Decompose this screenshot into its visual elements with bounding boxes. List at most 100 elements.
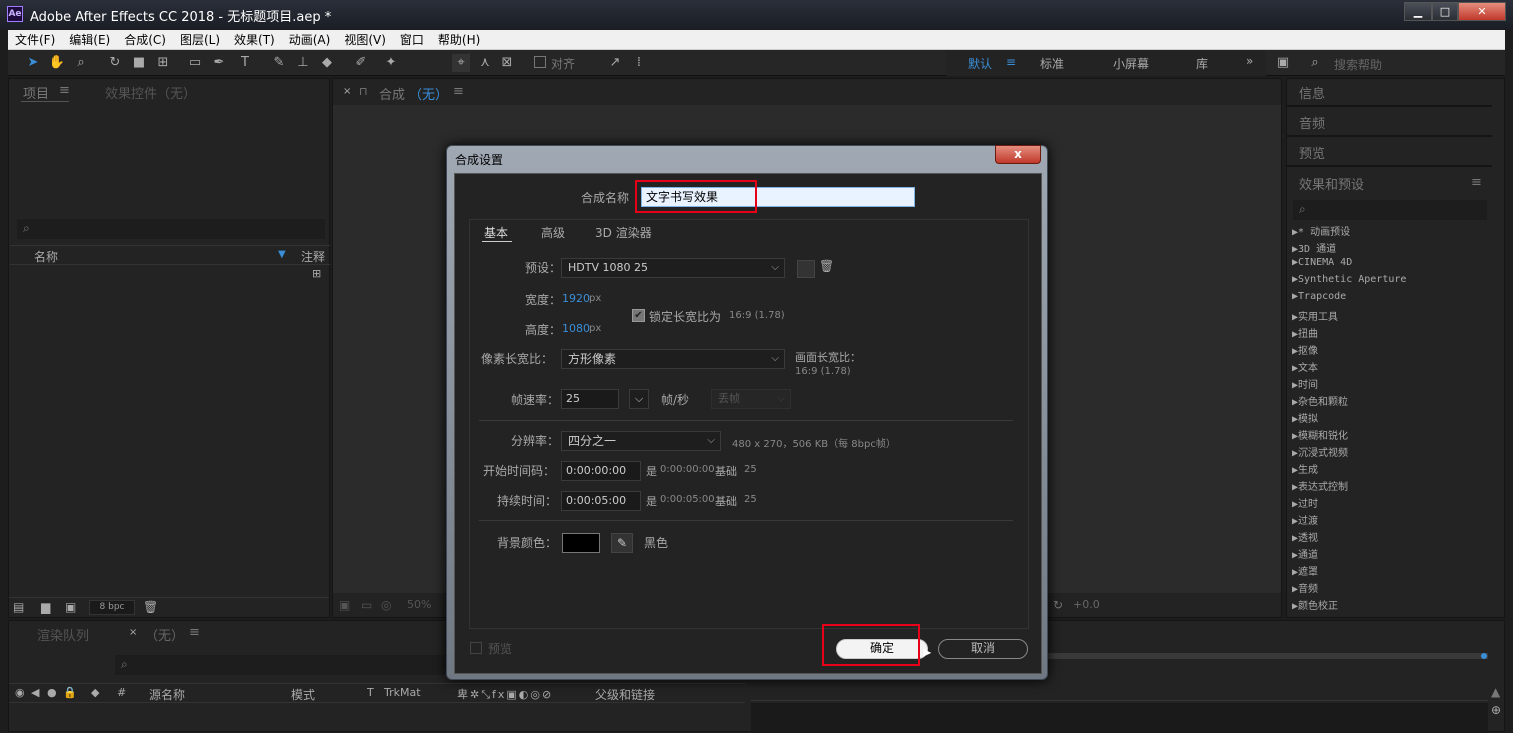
effects-category-item[interactable]: ▶过时 (1292, 495, 1318, 510)
pan-behind-tool-icon[interactable]: ⊞ (154, 54, 172, 72)
monitor-icon[interactable]: ▭ (361, 598, 372, 612)
close-timeline-tab-icon[interactable]: × (129, 627, 137, 638)
pen-tool-icon[interactable]: ✒ (210, 54, 228, 72)
tab-composition[interactable]: 合成 (379, 84, 405, 103)
effects-category-item[interactable]: ▶文本 (1292, 359, 1318, 374)
snapshot-icon[interactable]: ▣ (339, 598, 350, 612)
menu-view[interactable]: 视图(V) (337, 31, 393, 48)
clone-stamp-tool-icon[interactable]: ⊥ (294, 54, 312, 72)
menu-edit[interactable]: 编辑(E) (62, 31, 117, 48)
minimize-button[interactable]: ▁ (1404, 2, 1432, 21)
layer-switches-icon[interactable]: 卑✲⤡fx▣◐◎⊘ (457, 686, 553, 702)
workspace-library[interactable]: 库 (1196, 55, 1208, 72)
tab-advanced[interactable]: 高级 (541, 224, 565, 241)
flowchart-icon[interactable]: ⊞ (312, 267, 321, 280)
effects-category-item[interactable]: ▶Synthetic Aperture (1292, 274, 1406, 285)
close-tab-icon[interactable]: × (343, 86, 351, 97)
pixel-aspect-dropdown[interactable]: 方形像素 ⌵ (561, 349, 785, 369)
eraser-tool-icon[interactable]: ◆ (318, 54, 336, 72)
label-icon[interactable]: ◆ (91, 686, 99, 699)
tab-effects-controls[interactable]: 效果控件（无） (105, 83, 196, 102)
menu-animation[interactable]: 动画(A) (282, 31, 338, 48)
panel-audio[interactable]: 音频 (1299, 113, 1325, 132)
column-trkmat[interactable]: TrkMat (384, 686, 421, 699)
duration-input[interactable]: 0:00:05:00 (561, 491, 641, 511)
puppet-tool-icon[interactable]: ✦ (382, 54, 400, 72)
zoom-tool-icon[interactable]: ⌕ (72, 54, 90, 72)
tab-timeline-none[interactable]: （无） (145, 625, 184, 644)
menu-layer[interactable]: 图层(L) (173, 31, 227, 48)
effects-category-item[interactable]: ▶过渡 (1292, 512, 1318, 527)
column-mode[interactable]: 模式 (291, 686, 315, 703)
exposure-value[interactable]: +0.0 (1073, 598, 1100, 611)
effects-category-item[interactable]: ▶Trapcode (1292, 291, 1346, 302)
panel-menu-icon[interactable]: ≡ (59, 83, 70, 98)
preview-checkbox[interactable] (470, 642, 482, 654)
new-composition-icon[interactable]: ▣ (65, 600, 76, 614)
lock-layer-icon[interactable]: 🔒 (63, 686, 77, 699)
panel-info[interactable]: 信息 (1299, 83, 1325, 102)
effects-category-item[interactable]: ▶扭曲 (1292, 325, 1318, 340)
menu-file[interactable]: 文件(F) (8, 31, 62, 48)
tab-render-queue[interactable]: 渲染队列 (37, 625, 89, 644)
effects-panel-menu-icon[interactable]: ≡ (1471, 175, 1482, 190)
bpc-button[interactable]: 8 bpc (89, 600, 135, 615)
effects-category-item[interactable]: ▶沉浸式视频 (1292, 444, 1348, 459)
column-source-name[interactable]: 源名称 (149, 686, 185, 703)
align-checkbox[interactable] (534, 56, 546, 68)
effects-category-item[interactable]: ▶杂色和颗粒 (1292, 393, 1348, 408)
solo-icon[interactable]: ● (47, 686, 57, 699)
time-navigator-end-handle[interactable] (1481, 653, 1487, 659)
tab-project[interactable]: 项目 (23, 83, 49, 102)
effects-category-item[interactable]: ▶生成 (1292, 461, 1318, 476)
effects-category-item[interactable]: ▶CINEMA 4D (1292, 257, 1352, 268)
start-timecode-input[interactable]: 0:00:00:00 (561, 461, 641, 481)
camera-tool-icon[interactable]: ■ (130, 54, 148, 72)
sort-down-icon[interactable]: ▼ (278, 249, 286, 260)
tab-basic[interactable]: 基本 (484, 224, 508, 241)
comp-panel-menu-icon[interactable]: ≡ (453, 84, 464, 99)
new-folder-icon[interactable]: ▆ (41, 600, 50, 614)
effects-category-item[interactable]: ▶模糊和锐化 (1292, 427, 1348, 442)
lock-aspect-checkbox[interactable]: ✔ (632, 309, 645, 322)
menu-effect[interactable]: 效果(T) (227, 31, 282, 48)
close-window-button[interactable]: ✕ (1458, 2, 1506, 21)
search-help-input[interactable]: 搜索帮助 (1334, 56, 1382, 73)
lock-icon[interactable]: ⊓ (359, 85, 368, 98)
effects-category-item[interactable]: ▶模拟 (1292, 410, 1318, 425)
project-search-input[interactable]: ⌕ (17, 219, 325, 239)
hand-tool-icon[interactable]: ✋ (48, 54, 66, 72)
cancel-button[interactable]: 取消 (938, 639, 1028, 659)
effects-category-item[interactable]: ▶通道 (1292, 546, 1318, 561)
workspace-menu-icon[interactable]: ≡ (1006, 55, 1016, 69)
effects-category-item[interactable]: ▶抠像 (1292, 342, 1318, 357)
audio-switch-icon[interactable]: ◀ (31, 686, 39, 699)
effects-category-item[interactable]: ▶遮罩 (1292, 563, 1318, 578)
effects-category-item[interactable]: ▶* 动画预设 (1292, 223, 1350, 238)
column-comment[interactable]: 注释 (301, 248, 325, 265)
tab-composition-none[interactable]: （无） (409, 84, 448, 103)
exposure-reset-icon[interactable]: ↻ (1053, 598, 1063, 612)
local-axis-icon[interactable]: ⌖ (452, 54, 470, 72)
menu-help[interactable]: 帮助(H) (431, 31, 487, 48)
workspace-default[interactable]: 默认 (968, 55, 992, 72)
effects-category-item[interactable]: ▶实用工具 (1292, 308, 1338, 323)
video-switch-icon[interactable]: ◉ (15, 686, 25, 699)
snap-icon[interactable]: ↗ (606, 54, 624, 72)
save-preset-icon[interactable] (797, 260, 815, 278)
timeline-panel-menu-icon[interactable]: ≡ (189, 625, 200, 640)
height-value[interactable]: 1080 (562, 322, 590, 335)
sync-settings-icon[interactable]: ▣ (1274, 54, 1292, 72)
zoom-slider-icon[interactable]: ▲ (1491, 685, 1500, 699)
maximize-button[interactable]: □ (1432, 2, 1458, 21)
effects-category-item[interactable]: ▶3D 通道 (1292, 240, 1336, 255)
mask-icon[interactable]: ◎ (381, 598, 391, 612)
resolution-dropdown[interactable]: 四分之一 ⌵ (561, 431, 721, 451)
text-tool-icon[interactable]: T (236, 54, 254, 72)
rectangle-tool-icon[interactable]: ▭ (186, 54, 204, 72)
zoom-level[interactable]: 50% (407, 598, 431, 611)
workspace-small-screen[interactable]: 小屏幕 (1113, 55, 1149, 72)
roto-brush-tool-icon[interactable]: ✐ (352, 54, 370, 72)
timeline-search-input[interactable]: ⌕ (115, 655, 445, 675)
delete-preset-icon[interactable]: 🗑 (819, 259, 834, 273)
